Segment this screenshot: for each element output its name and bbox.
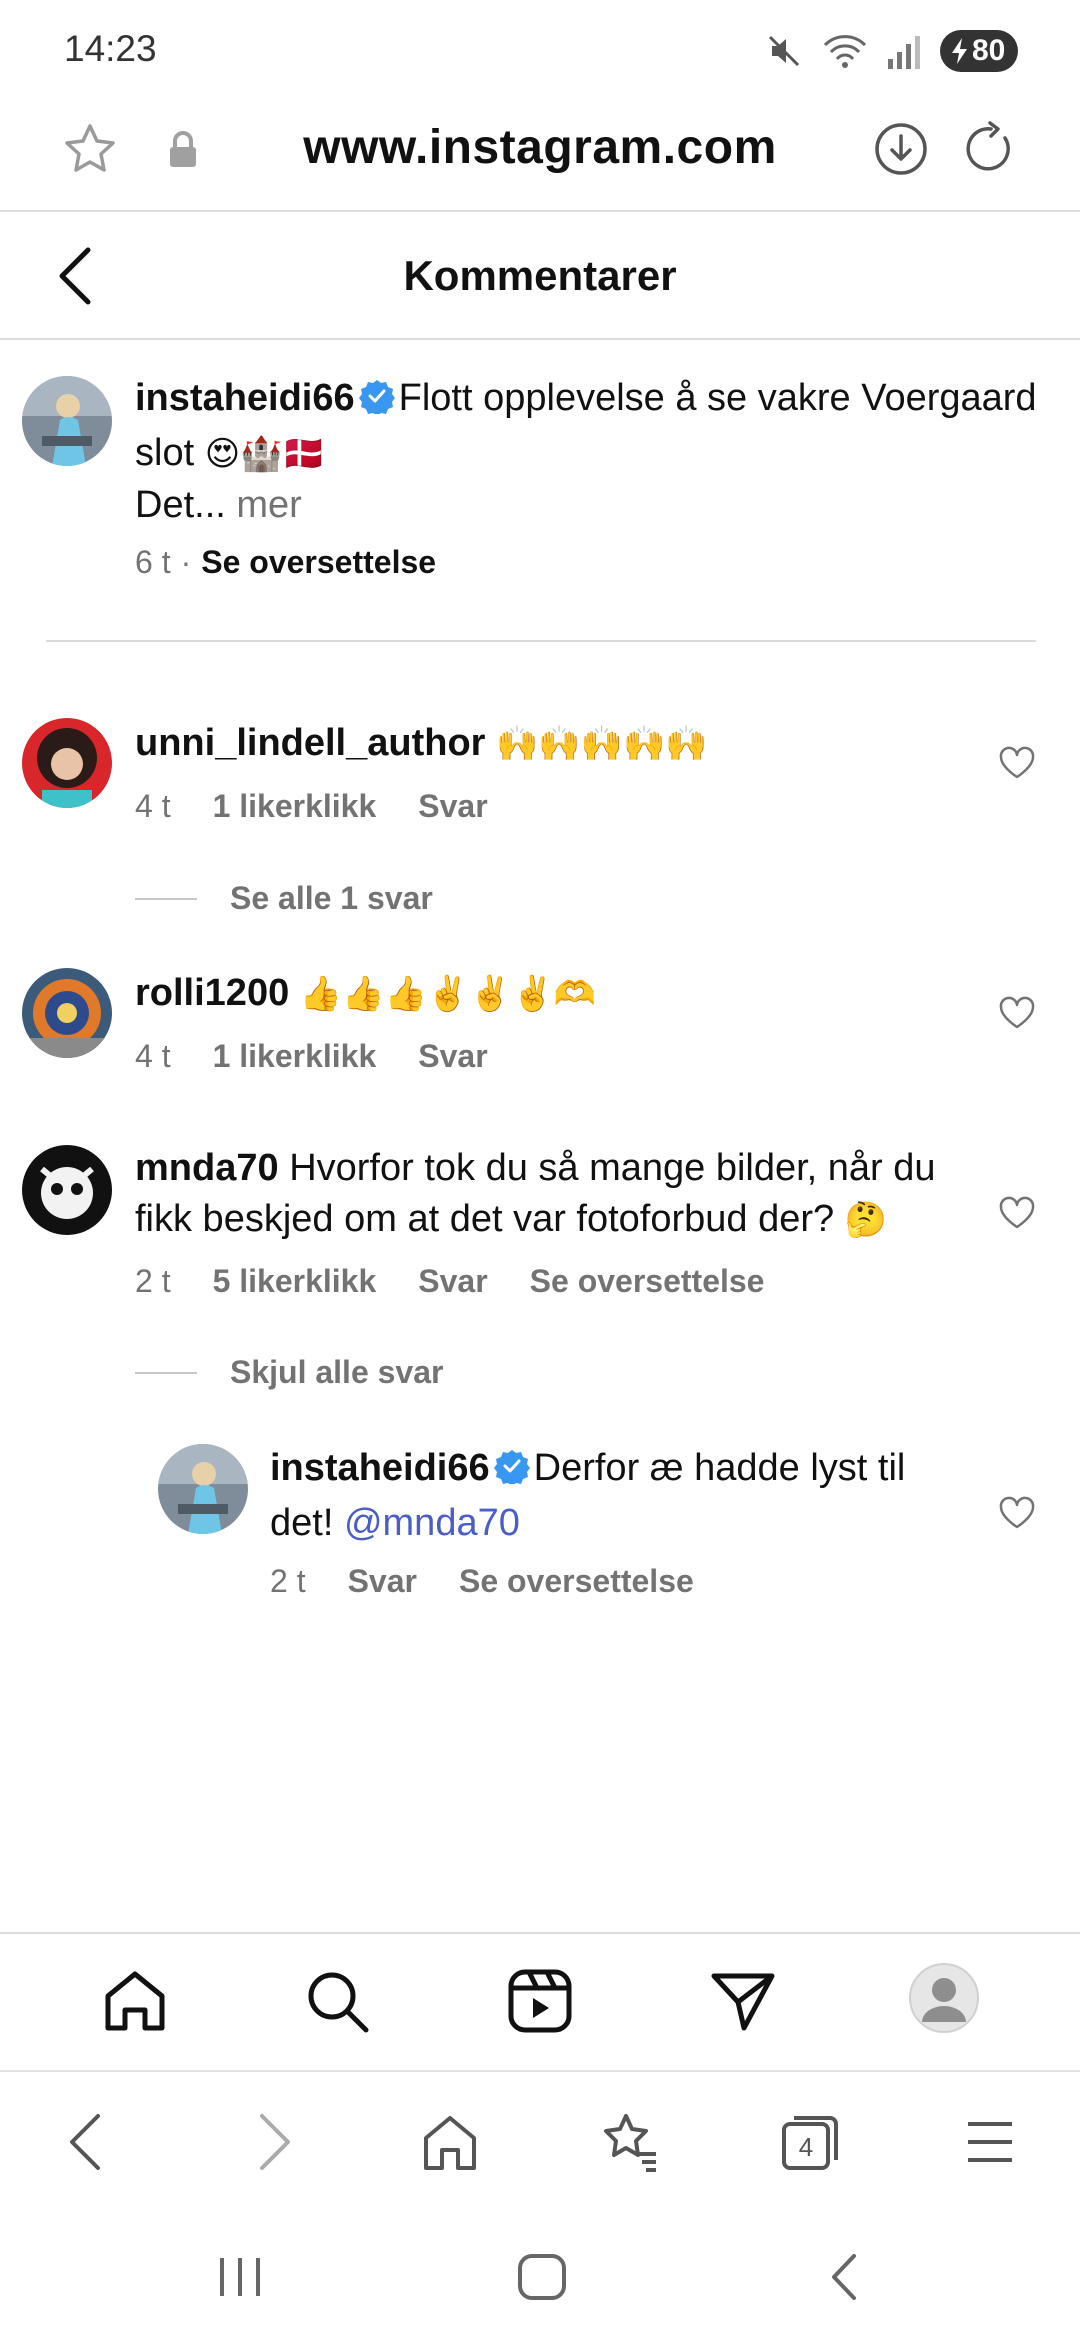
mute-icon (764, 31, 804, 71)
caption-emojis: 😍🏰🇩🇰 (204, 434, 325, 474)
reply-button[interactable]: Svar (418, 1263, 487, 1299)
verified-badge-icon (358, 377, 395, 428)
tab-count: 4 (799, 2132, 813, 2162)
comment-meta: 2 t 5 likerklikk Svar Se oversettelse (135, 1263, 806, 1300)
recents-icon[interactable] (212, 2252, 268, 2307)
avatar[interactable] (158, 1444, 248, 1534)
reply-meta: 2 t Svar Se oversettelse (270, 1563, 736, 1600)
comment-text: rolli1200 👍👍👍✌️✌️✌️🫶 (135, 968, 955, 1020)
caption-truncated: Det... (135, 484, 226, 526)
reply-time: 2 t (270, 1563, 306, 1599)
likes-count[interactable]: 1 likerklikk (213, 788, 377, 824)
avatar[interactable] (22, 1145, 112, 1235)
tabs-icon[interactable]: 4 (778, 2110, 842, 2179)
comment-meta: 4 t 1 likerklikk Svar (135, 1038, 530, 1075)
reply-username[interactable]: instaheidi66 (270, 1447, 490, 1489)
likes-count[interactable]: 1 likerklikk (213, 1038, 377, 1074)
signal-icon (886, 31, 922, 71)
caption-username[interactable]: instaheidi66 (135, 377, 355, 419)
reply-line (135, 898, 197, 900)
url-text[interactable]: www.instagram.com (230, 120, 850, 175)
avatar[interactable] (22, 718, 112, 808)
comment-text: mnda70 Hvorfor tok du så mange bilder, n… (135, 1143, 965, 1246)
bookmarks-icon[interactable] (598, 2110, 662, 2179)
comment-time: 4 t (135, 1038, 171, 1074)
browser-bottom-nav: 4 (0, 2070, 1080, 2210)
reply-button[interactable]: Svar (418, 1038, 487, 1074)
comment-time: 2 t (135, 1263, 171, 1299)
like-heart-icon[interactable] (998, 996, 1036, 1035)
lock-icon (166, 128, 200, 177)
reply-line (135, 1372, 197, 1374)
page-title: Kommentarer (403, 252, 677, 299)
search-icon[interactable] (302, 1966, 372, 2041)
reels-icon[interactable] (505, 1966, 575, 2041)
status-icons: 80 (764, 28, 1018, 74)
home-icon[interactable] (100, 1966, 170, 2041)
system-nav (0, 2210, 1080, 2340)
comment-username[interactable]: unni_lindell_author (135, 722, 485, 764)
reply-button[interactable]: Svar (348, 1563, 417, 1599)
separator-dot: · (180, 544, 192, 580)
likes-count[interactable]: 5 likerklikk (213, 1263, 377, 1299)
status-bar: 14:23 80 (0, 0, 1080, 100)
comment-username[interactable]: mnda70 (135, 1147, 279, 1189)
instagram-bottom-nav (0, 1932, 1080, 2070)
comment-emoji: 🤔 (844, 1200, 888, 1240)
like-heart-icon[interactable] (998, 1496, 1036, 1535)
mention-link[interactable]: @mnda70 (344, 1502, 520, 1544)
caption-time: 6 t (135, 544, 171, 580)
battery-icon: 80 (940, 30, 1018, 72)
comment-body: 👍👍👍✌️✌️✌️🫶 (299, 974, 597, 1014)
reload-icon[interactable] (960, 120, 1018, 183)
forward-arrow-icon[interactable] (248, 2110, 298, 2179)
comment-meta: 4 t 1 likerklikk Svar (135, 788, 530, 825)
verified-badge-icon (493, 1447, 530, 1498)
see-translation-link[interactable]: Se oversettelse (530, 1263, 765, 1299)
caption-text: instaheidi66 Flott opplevelse å se vakre … (135, 373, 1070, 531)
comment-username[interactable]: rolli1200 (135, 972, 289, 1014)
home-icon[interactable] (418, 2110, 482, 2179)
reply-text: instaheidi66 Derfor æ hadde lyst til det!… (270, 1443, 970, 1549)
browser-url-bar: www.instagram.com (0, 100, 1080, 212)
hide-replies-button[interactable]: Skjul alle svar (230, 1354, 443, 1391)
bookmark-star-icon[interactable] (60, 120, 120, 185)
view-replies-button[interactable]: Se alle 1 svar (230, 880, 433, 917)
home-icon[interactable] (514, 2252, 570, 2307)
like-heart-icon[interactable] (998, 746, 1036, 785)
divider (46, 640, 1036, 642)
menu-icon[interactable] (960, 2110, 1020, 2179)
avatar[interactable] (22, 376, 112, 466)
status-time: 14:23 (64, 28, 157, 69)
battery-level: 80 (972, 34, 1006, 67)
avatar[interactable] (22, 968, 112, 1058)
back-arrow-icon[interactable] (62, 2110, 112, 2179)
caption-meta: 6 t · Se oversettelse (135, 544, 478, 581)
see-translation-link[interactable]: Se oversettelse (201, 544, 436, 580)
comment-body: 🙌🙌🙌🙌🙌 (496, 724, 708, 764)
download-icon[interactable] (872, 120, 930, 183)
direct-message-icon[interactable] (708, 1966, 778, 2041)
back-icon[interactable] (820, 2252, 870, 2307)
like-heart-icon[interactable] (998, 1196, 1036, 1235)
profile-icon[interactable] (908, 1962, 980, 2039)
see-translation-link[interactable]: Se oversettelse (459, 1563, 694, 1599)
comments-header: Kommentarer (0, 212, 1080, 340)
more-link[interactable]: mer (236, 484, 301, 526)
wifi-icon (822, 31, 868, 71)
comment-text: unni_lindell_author 🙌🙌🙌🙌🙌 (135, 718, 955, 770)
comment-time: 4 t (135, 788, 171, 824)
reply-button[interactable]: Svar (418, 788, 487, 824)
